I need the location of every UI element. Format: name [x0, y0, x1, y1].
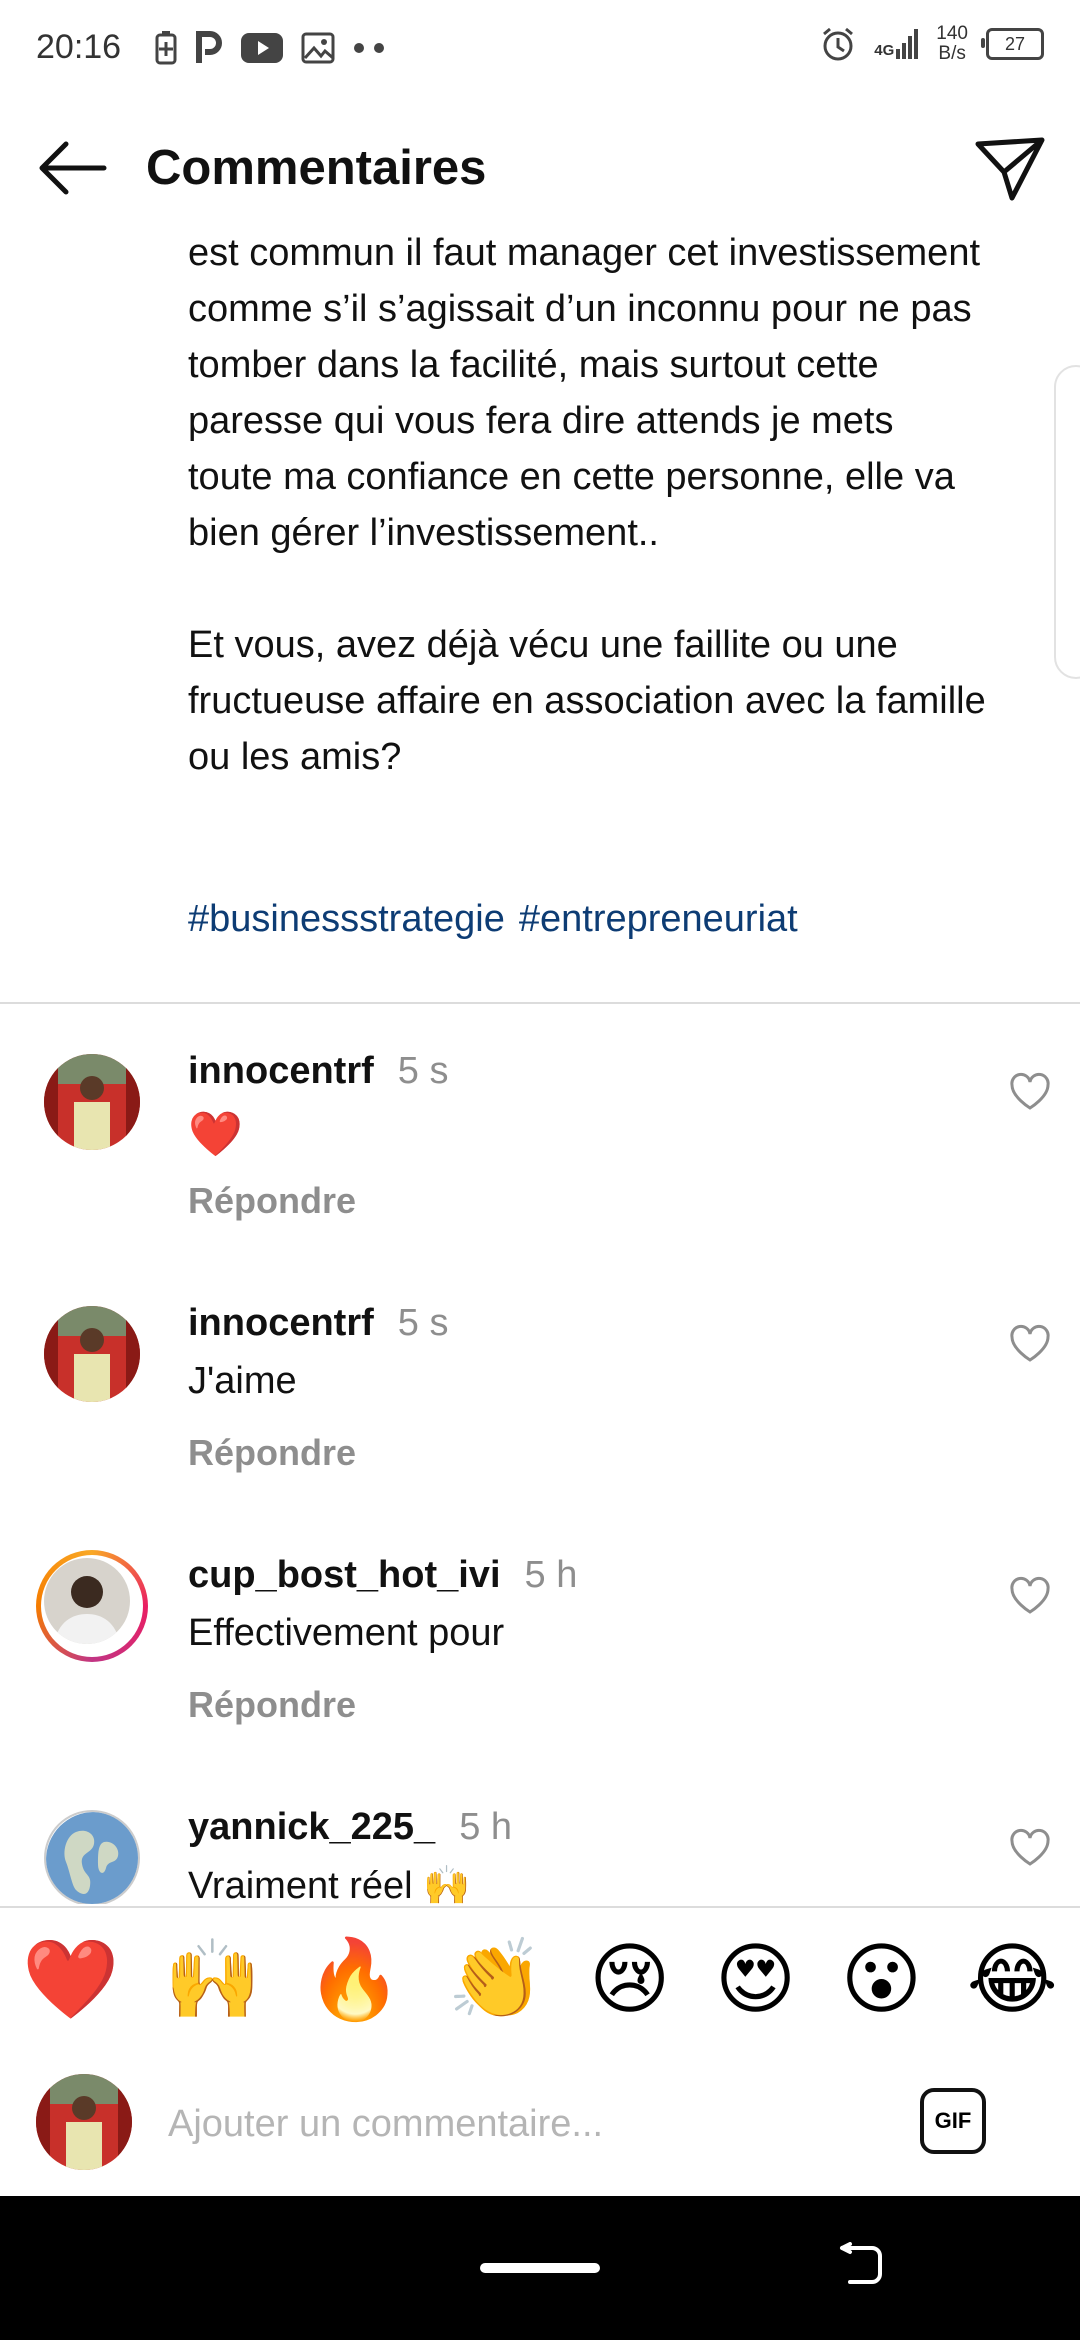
system-icons: 4G 140 B/s 27: [820, 24, 1044, 64]
emoji-reaction-bar: ❤️ 🙌 🔥 👏 😢 😍 😮 😂: [0, 1906, 1080, 2054]
comment-item: innocentrf 5 s J'aime Répondre: [0, 1282, 1080, 1532]
rotate-icon[interactable]: [838, 2242, 884, 2288]
signal-indicator: 4G: [874, 29, 919, 59]
comment-item: yannick_225_ 5 h Vraiment réel 🙌: [0, 1786, 1080, 1904]
comment-text: ❤️: [188, 1110, 243, 1159]
page-title: Commentaires: [146, 141, 487, 195]
comment-text: J'aime: [188, 1360, 297, 1402]
comment-username[interactable]: innocentrf 5 s: [188, 1302, 448, 1345]
comment-time: 5 s: [397, 1050, 449, 1092]
caption-paragraph: est commun il faut manager cet investiss…: [188, 232, 981, 554]
send-icon[interactable]: [974, 136, 1046, 202]
emoji-crying[interactable]: 😢: [589, 1941, 670, 2019]
comment-input[interactable]: [166, 2088, 870, 2160]
reply-button[interactable]: Répondre: [188, 1684, 356, 1726]
my-avatar: [36, 2074, 132, 2170]
avatar[interactable]: [44, 1306, 140, 1402]
alarm-icon: [823, 27, 854, 61]
hashtag-link[interactable]: #businessstrategie: [188, 898, 505, 941]
comment-item: cup_bost_hot_ivi 5 h Effectivement pour R…: [0, 1534, 1080, 1784]
network-speed: 140 B/s: [936, 23, 968, 64]
status-time: 20:16: [36, 28, 122, 66]
reply-button[interactable]: Répondre: [188, 1432, 356, 1474]
emoji-heart-eyes[interactable]: 😍: [715, 1941, 796, 2019]
comment-time: 5 s: [397, 1302, 449, 1344]
emoji-laughing[interactable]: 😂: [967, 1941, 1058, 2019]
back-arrow-icon[interactable]: [34, 138, 108, 198]
hashtags: #businessstrategie #entrepreneuriat: [188, 898, 798, 941]
battery-icon: 27: [981, 28, 1044, 60]
heart-like-icon[interactable]: [1008, 1574, 1052, 1618]
battery-level: 27: [1004, 33, 1026, 54]
notification-icons: [155, 28, 389, 68]
caption-question: Et vous, avez déjà vécu une faillite ou …: [188, 624, 986, 778]
emoji-heart[interactable]: ❤️: [22, 1941, 119, 2019]
emoji-surprised[interactable]: 😮: [841, 1941, 922, 2019]
comment-time: 5 h: [524, 1554, 578, 1596]
header: Commentaires: [0, 110, 1080, 230]
status-bar: 20:16 4G 140 B/s 27: [0, 0, 1080, 100]
heart-like-icon[interactable]: [1008, 1826, 1052, 1870]
hashtag-link[interactable]: #entrepreneuriat: [519, 898, 798, 941]
reply-button[interactable]: Répondre: [188, 1180, 356, 1222]
comment-input-bar: GIF: [0, 2052, 1080, 2194]
heart-like-icon[interactable]: [1008, 1322, 1052, 1366]
comment-username[interactable]: cup_bost_hot_ivi 5 h: [188, 1554, 577, 1597]
home-gesture-bar[interactable]: [480, 2263, 600, 2273]
comment-item: innocentrf 5 s ❤️ Répondre: [0, 1030, 1080, 1280]
network-type: 4G: [874, 42, 895, 59]
battery-saver-icon: [155, 31, 177, 65]
signal-icon: [896, 29, 919, 59]
divider: [0, 1002, 1080, 1004]
avatar[interactable]: [44, 1558, 130, 1644]
heart-like-icon[interactable]: [1008, 1070, 1052, 1114]
system-nav-bar: [0, 2196, 1080, 2340]
story-ring[interactable]: [36, 1550, 148, 1662]
post-caption: est commun il faut manager cet investiss…: [188, 225, 988, 785]
emoji-raising-hands[interactable]: 🙌: [164, 1941, 261, 2019]
avatar[interactable]: [44, 1054, 140, 1150]
gif-button[interactable]: GIF: [920, 2088, 986, 2154]
comment-username[interactable]: innocentrf 5 s: [188, 1050, 448, 1093]
gallery-icon: [301, 32, 335, 64]
comment-time: 5 h: [459, 1806, 513, 1848]
side-scroll-handle[interactable]: [1054, 365, 1080, 679]
emoji-clapping[interactable]: 👏: [447, 1941, 544, 2019]
more-dots-icon: [354, 43, 384, 53]
emoji-fire[interactable]: 🔥: [306, 1941, 403, 2019]
comment-username[interactable]: yannick_225_ 5 h: [188, 1806, 512, 1849]
youtube-icon: [241, 33, 283, 63]
parking-icon: [196, 31, 222, 63]
comment-text: Effectivement pour: [188, 1612, 505, 1654]
comment-text: Vraiment réel 🙌: [188, 1865, 471, 1904]
avatar[interactable]: [44, 1810, 140, 1904]
